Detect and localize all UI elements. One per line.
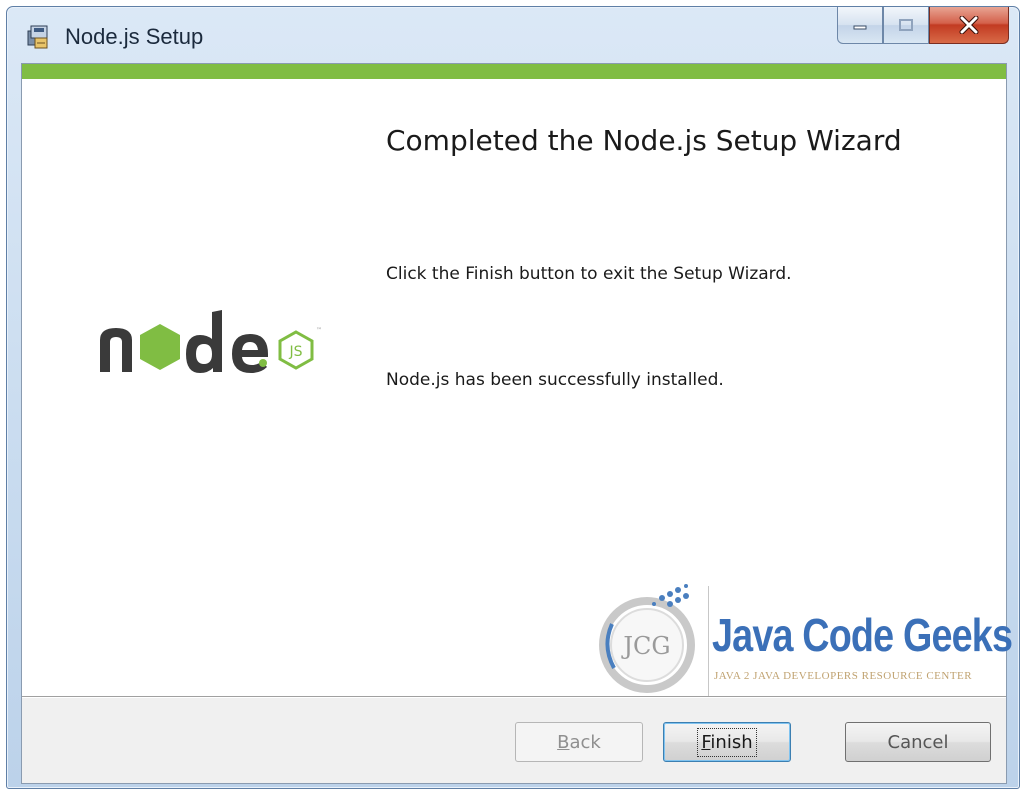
svg-text:JS: JS	[288, 344, 302, 360]
maximize-button[interactable]	[883, 7, 929, 44]
watermark-brand: Java Code Geeks	[712, 609, 1013, 661]
cancel-label: Cancel	[887, 731, 949, 753]
cancel-button[interactable]: Cancel	[845, 722, 991, 762]
java-code-geeks-watermark: JCG Java Code Geeks JAVA 2 JAVA DEVELOPE…	[582, 580, 1013, 710]
back-label: Back	[557, 731, 601, 753]
installer-app-icon	[27, 25, 48, 49]
jcg-badge-icon: JCG	[599, 584, 695, 693]
nodejs-logo: JS ™	[100, 310, 322, 373]
watermark-tagline: JAVA 2 JAVA DEVELOPERS RESOURCE CENTER	[714, 670, 973, 682]
caption-buttons	[837, 7, 1009, 45]
install-success-text: Node.js has been successfully installed.	[386, 370, 724, 390]
wizard-heading: Completed the Node.js Setup Wizard	[386, 124, 902, 157]
minimize-icon	[853, 25, 867, 30]
finish-label: Finish	[697, 727, 757, 757]
exit-instruction-text: Click the Finish button to exit the Setu…	[386, 264, 792, 284]
installer-window: Node.js Setup JS ™ Completed the Node.js…	[6, 6, 1020, 789]
button-bar: Back Finish Cancel	[22, 698, 1006, 783]
footer-separator	[22, 696, 1006, 697]
maximize-icon	[899, 19, 913, 31]
accent-bar	[22, 64, 1006, 79]
watermark-divider	[708, 586, 709, 704]
title-bar[interactable]: Node.js Setup	[7, 7, 1019, 63]
wizard-panel: JS ™ Completed the Node.js Setup Wizard …	[21, 63, 1013, 784]
back-button[interactable]: Back	[515, 722, 643, 762]
close-button[interactable]	[929, 7, 1009, 44]
svg-text:JCG: JCG	[620, 632, 670, 660]
svg-text:™: ™	[316, 327, 322, 334]
finish-button[interactable]: Finish	[663, 722, 791, 762]
window-title: Node.js Setup	[65, 24, 204, 49]
close-icon	[959, 16, 979, 34]
minimize-button[interactable]	[837, 7, 883, 44]
